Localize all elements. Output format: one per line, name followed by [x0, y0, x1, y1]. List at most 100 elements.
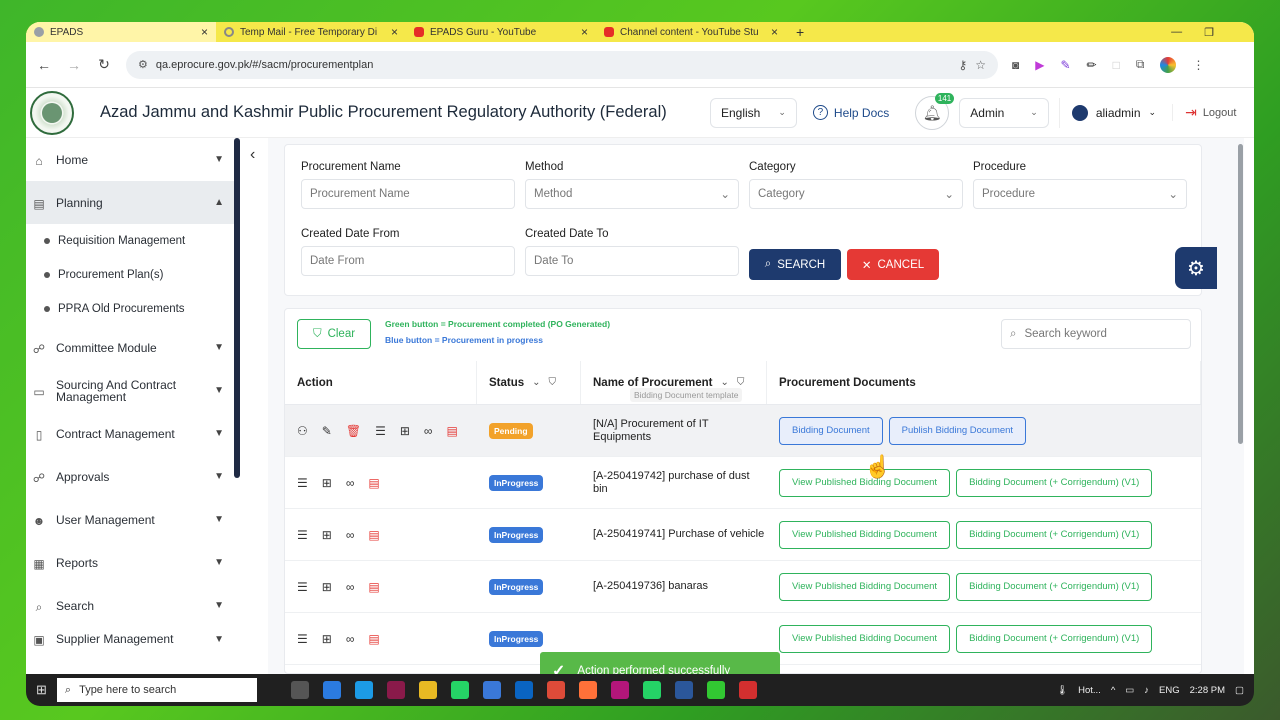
minimize-icon[interactable]: — [1171, 26, 1182, 39]
sidebar-item-search[interactable]: ⌕ Search ▼ [26, 584, 238, 627]
collapse-sidebar-icon[interactable]: ‹ [250, 146, 255, 164]
outlook-icon[interactable] [514, 681, 533, 699]
browser-tab-studio[interactable]: Channel content - YouTube Stu × [596, 22, 786, 42]
firefox-icon[interactable] [578, 681, 597, 699]
sidebar-subitem-requisition[interactable]: Requisition Management [26, 224, 238, 258]
clear-filter-button[interactable]: ⛉ Clear [297, 319, 371, 349]
sidebar-item-approvals[interactable]: ☍ Approvals ▼ [26, 455, 238, 498]
main-scrollbar[interactable] [1238, 144, 1243, 444]
link-icon[interactable]: ∞ [346, 476, 355, 490]
pen-icon[interactable]: ✎ [1060, 58, 1070, 72]
chevron-up-icon[interactable]: ^ [1111, 685, 1115, 696]
delete-icon[interactable]: 🗑︎ [346, 424, 361, 438]
sidebar-subitem-procurement-plans[interactable]: Procurement Plan(s) [26, 258, 238, 292]
search-keyword-input[interactable]: ⌕ Search keyword [1001, 319, 1191, 349]
link-icon[interactable]: ∞ [346, 580, 355, 594]
list-icon[interactable]: ☰ [297, 632, 308, 646]
publish-bidding-document-button[interactable]: Publish Bidding Document [888, 416, 1027, 445]
browser-tab-tempmail[interactable]: Temp Mail - Free Temporary Di × [216, 22, 406, 42]
app-icon[interactable] [610, 681, 629, 699]
grid-icon[interactable]: ⊞ [400, 424, 410, 438]
taskbar-search-input[interactable]: ⌕ Type here to search [56, 678, 257, 702]
browser-tab-youtube[interactable]: EPADS Guru - YouTube × [406, 22, 596, 42]
weather-icon[interactable]: 🌡︎ [1056, 685, 1068, 696]
star-icon[interactable]: ☆ [975, 58, 986, 72]
link-icon[interactable]: ∞ [346, 528, 355, 542]
word-icon[interactable] [674, 681, 693, 699]
close-icon[interactable]: × [581, 25, 588, 39]
menu-icon[interactable]: ⋮ [1192, 58, 1204, 72]
chevron-down-icon[interactable]: ⌄ [721, 377, 729, 388]
notifications-button[interactable]: 🔔︎ 141 [915, 92, 955, 130]
app-icon[interactable] [738, 681, 757, 699]
settings-gear-button[interactable]: ⚙ [1175, 247, 1217, 289]
chrome-icon[interactable] [546, 681, 565, 699]
app-icon[interactable] [706, 681, 725, 699]
close-icon[interactable]: × [391, 25, 398, 39]
copilot-icon[interactable] [322, 681, 341, 699]
extension-icon[interactable]: ▶ [1035, 58, 1044, 72]
sidebar-item-user-management[interactable]: ☻ User Management ▼ [26, 498, 238, 541]
close-icon[interactable]: × [201, 25, 208, 39]
list-icon[interactable]: ☰ [375, 424, 386, 438]
grid-icon[interactable]: ⊞ [322, 580, 332, 594]
close-icon[interactable]: × [771, 25, 778, 39]
grid-icon[interactable]: ⊞ [322, 528, 332, 542]
profile-avatar[interactable] [1160, 56, 1177, 73]
list-icon[interactable]: ☰ [297, 476, 308, 490]
url-input[interactable]: ⚙ qa.eprocure.gov.pk/#/sacm/procurementp… [126, 50, 998, 79]
hierarchy-icon[interactable]: ⚇ [297, 424, 308, 438]
help-docs-link[interactable]: ? Help Docs [807, 98, 895, 128]
header-status[interactable]: Status ⌄ ⛉ [477, 361, 581, 404]
view-published-document-button[interactable]: View Published Bidding Document [779, 520, 951, 549]
grid-icon[interactable]: ⊞ [322, 476, 332, 490]
filter-icon[interactable]: ⛉ [549, 377, 557, 388]
maximize-icon[interactable]: ❐ [1204, 26, 1214, 39]
sidebar-item-reports[interactable]: ▦ Reports ▼ [26, 541, 238, 584]
corrigendum-document-button[interactable]: Bidding Document (+ Corrigendum) (V1) [956, 468, 1153, 497]
key-icon[interactable]: ⚷ [958, 58, 967, 72]
corrigendum-document-button[interactable]: Bidding Document (+ Corrigendum) (V1) [956, 520, 1153, 549]
blank-icon[interactable]: □ [1113, 58, 1120, 72]
method-select[interactable]: Method ⌄ [525, 179, 739, 209]
procurement-name-input[interactable]: Procurement Name [301, 179, 515, 209]
sidebar-scrollbar[interactable] [234, 138, 240, 478]
back-icon[interactable]: ← [36, 57, 52, 73]
pdf-icon[interactable]: ▤ [368, 476, 379, 490]
logout-button[interactable]: ⇥ Logout [1172, 104, 1236, 121]
site-info-icon[interactable]: ⚙ [138, 58, 148, 71]
language-select[interactable]: English ⌄ [710, 97, 797, 128]
pencil-icon[interactable]: ✏ [1087, 58, 1097, 72]
link-icon[interactable]: ∞ [346, 632, 355, 646]
corrigendum-document-button[interactable]: Bidding Document (+ Corrigendum) (V1) [956, 624, 1153, 653]
list-icon[interactable]: ☰ [297, 528, 308, 542]
sidebar-item-contract[interactable]: ▯ Contract Management ▼ [26, 412, 238, 455]
whatsapp-icon[interactable] [642, 681, 661, 699]
pdf-icon[interactable]: ▤ [368, 580, 379, 594]
role-select[interactable]: Admin ⌄ [959, 97, 1049, 128]
sidebar-item-supplier[interactable]: ▣ Supplier Management ▼ [26, 627, 238, 651]
whatsapp-icon[interactable] [450, 681, 469, 699]
link-icon[interactable]: ∞ [424, 424, 433, 438]
edit-icon[interactable]: ✎ [322, 424, 332, 438]
task-view-icon[interactable] [290, 681, 309, 699]
corrigendum-document-button[interactable]: Bidding Document (+ Corrigendum) (V1) [956, 572, 1153, 601]
sidebar-item-home[interactable]: ⌂ Home ▼ [26, 138, 238, 181]
browser-tab-epads[interactable]: EPADS × [26, 22, 216, 42]
pdf-icon[interactable]: ▤ [368, 528, 379, 542]
sidebar-item-committee[interactable]: ☍ Committee Module ▼ [26, 326, 238, 369]
network-icon[interactable]: ▭ [1125, 685, 1134, 696]
new-tab-icon[interactable]: + [786, 24, 814, 40]
edge-icon[interactable] [354, 681, 373, 699]
dreamweaver-icon[interactable] [386, 681, 405, 699]
forward-icon[interactable]: → [66, 57, 82, 73]
view-published-document-button[interactable]: View Published Bidding Document [779, 572, 951, 601]
pdf-icon[interactable]: ▤ [368, 632, 379, 646]
reload-icon[interactable]: ↻ [96, 56, 112, 73]
notification-icon[interactable]: ▢ [1235, 685, 1244, 696]
view-published-document-button[interactable]: View Published Bidding Document [779, 624, 951, 653]
cancel-button[interactable]: ✕ CANCEL [847, 249, 939, 280]
pdf-icon[interactable]: ▤ [446, 424, 457, 438]
search-button[interactable]: ⌕ SEARCH [749, 249, 841, 280]
list-icon[interactable]: ☰ [297, 580, 308, 594]
